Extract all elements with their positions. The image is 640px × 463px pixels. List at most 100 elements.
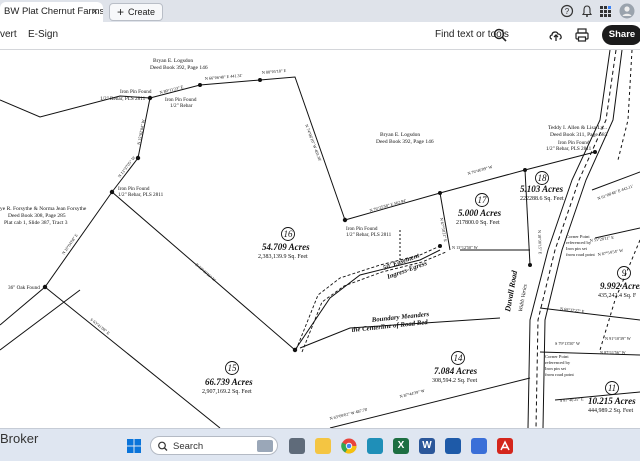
- tract-acres: 5.000 Acres: [458, 208, 502, 218]
- tract-number: 9: [622, 268, 627, 278]
- tract-sqft: 217800.0 Sq. Feet: [456, 220, 500, 226]
- upload-cloud-icon[interactable]: [548, 27, 564, 43]
- tab-close-icon[interactable]: ×: [92, 2, 98, 22]
- bearing-label: N 67°58'21" E: [439, 217, 448, 242]
- tract-sqft: 222288.6 Sq. Feet: [520, 196, 564, 202]
- corner-note: referenced by: [566, 240, 592, 245]
- tract-number: 14: [454, 353, 464, 363]
- bearing-label: N 66°06'48" E 441.31': [205, 73, 243, 81]
- plat-document-view: Bryan E. Logsdon Deed Book 392, Page 146…: [0, 50, 640, 428]
- owner-labels: Bryan E. Logsdon Deed Book 392, Page 146…: [0, 58, 608, 226]
- corner-note: from road point: [566, 252, 596, 257]
- share-button[interactable]: Share: [602, 25, 640, 45]
- corner-note: from road point: [545, 372, 575, 377]
- bearing-label: N 51°28'11" E: [589, 235, 614, 243]
- tab-document[interactable]: BW Plat Chernut Farms ... ×: [0, 2, 103, 22]
- tract-acres: 10.215 Acres: [588, 396, 636, 406]
- convert-menu[interactable]: vert: [0, 29, 17, 40]
- owner-text: Deed Book 392, Page 146: [150, 65, 208, 71]
- owner-text: Plat cab 1, Slide 387, Tract 3: [4, 220, 68, 226]
- corner-note: Iron pin set: [545, 366, 567, 371]
- corner-note: Corner Point: [566, 234, 590, 239]
- pin-labels: Iron Pin Found 1/2" Rebar, PLS 2811 Iron…: [8, 89, 592, 291]
- pin-label: 1/2" Rebar, PLS 2811: [118, 192, 164, 198]
- create-label: Create: [128, 7, 156, 17]
- word-icon[interactable]: W: [419, 438, 435, 454]
- esign-menu[interactable]: E-Sign: [28, 29, 58, 40]
- file-explorer-icon[interactable]: [315, 438, 331, 454]
- bearing-label: N 91°10'39" W: [605, 336, 631, 341]
- pin-markers: [42, 78, 597, 353]
- pin-label: 1/2" Rebar, PLS 2811: [546, 146, 592, 152]
- taskbar-left-text: Broker: [0, 431, 39, 446]
- bearing-label: N 87°11'56" W: [600, 350, 626, 355]
- avatar-icon[interactable]: [619, 3, 635, 19]
- owner-text: Bryan E. Logsdon: [380, 132, 420, 138]
- bearing-label: S 79°13'50" W: [555, 341, 580, 346]
- bearing-label: N 13°37'05" W: [117, 155, 136, 179]
- bearing-label: S 63°41'08" E: [89, 317, 111, 336]
- svg-text:?: ?: [565, 7, 570, 16]
- tract-areas: 54.709 Acres 2,383,139.9 Sq. Feet 66.739…: [202, 184, 640, 414]
- bearing-label: S 87°46'25" E: [560, 396, 584, 403]
- owner-text: Teddy I. Allen & Lisa Ly...: [548, 125, 608, 131]
- tract-acres: 54.709 Acres: [262, 242, 310, 252]
- search-icon[interactable]: [492, 27, 508, 43]
- owner-text: Deed Book 311, Page 683: [550, 132, 608, 138]
- tract-acres: 9.992 Acres: [600, 281, 640, 291]
- bearing-label: N 18°30'15" E: [537, 230, 543, 255]
- bell-icon[interactable]: [580, 4, 594, 18]
- bearing-label: N 68°37'27" E: [560, 306, 585, 314]
- pin-label: 1/2" Rebar, PLS 2811: [346, 232, 392, 238]
- bearing-label: N 76°46'09" W: [467, 164, 493, 176]
- taskbar-search-box[interactable]: Search: [150, 436, 278, 455]
- tract-sqft: 435,242.4 Sq. F: [598, 293, 637, 299]
- pin-label: Iron Pin Found: [120, 89, 152, 95]
- tract-number: 16: [284, 229, 294, 239]
- task-view-icon[interactable]: [289, 438, 305, 454]
- tab-title: BW Plat Chernut Farms ...: [4, 6, 103, 17]
- chrome-icon[interactable]: [341, 438, 357, 454]
- feature-labels: 50' Easement Ingress-Egress Boundary Mea…: [351, 234, 595, 377]
- app-icon[interactable]: [367, 438, 383, 454]
- owner-text: Deed Book 308, Page 285: [8, 213, 66, 219]
- tract-number: 17: [478, 195, 488, 205]
- tract-acres: 7.084 Acres: [434, 366, 478, 376]
- bearing-label: N 87°44'39" W: [399, 388, 425, 399]
- calculator-icon[interactable]: [445, 438, 461, 454]
- create-button[interactable]: + Create: [109, 3, 164, 21]
- windows-start-icon[interactable]: [126, 438, 142, 454]
- road-width-label: Width Varies: [518, 284, 529, 313]
- acrobat-icon[interactable]: [497, 438, 513, 454]
- tract-acres: 5.103 Acres: [520, 184, 564, 194]
- corner-note: Iron pin set: [566, 246, 588, 251]
- owner-text: ye R. Forsythe & Norma Jean Forsythe: [0, 206, 87, 212]
- pin-label: 1/2" Rebar: [170, 103, 193, 109]
- browser-tab-bar: BW Plat Chernut Farms ... × +Create ?: [0, 0, 640, 22]
- document-toolbar: vert E-Sign Find text or tools Share: [0, 22, 640, 50]
- bearing-label: N 53°46'15" W: [194, 262, 217, 283]
- tract-sqft: 308,594.2 Sq. Feet: [432, 378, 478, 384]
- apps-grid-icon[interactable]: [598, 4, 612, 18]
- app-icon-2[interactable]: [471, 438, 487, 454]
- search-placeholder: Search: [173, 441, 204, 452]
- tract-sqft: 444,989.2 Sq. Feet: [588, 408, 634, 414]
- excel-icon[interactable]: X: [393, 438, 409, 454]
- search-highlight-icon: [257, 440, 273, 452]
- bearing-label: N 88°05'18" E: [262, 68, 287, 75]
- bearing-label: N 76°25'58" E 562.94': [369, 198, 407, 213]
- bearing-label: N 80°11'23" E: [159, 84, 184, 95]
- pin-label: 1/2" Rebar, PLS 2811: [100, 96, 146, 102]
- owner-text: Bryan E. Logsdon: [153, 58, 193, 64]
- tract-number: 15: [228, 363, 238, 373]
- tract-acres: 66.739 Acres: [205, 377, 253, 387]
- corner-note: Corner Point: [545, 354, 569, 359]
- print-icon[interactable]: [574, 27, 590, 43]
- road-name-label: Duvall Road: [503, 269, 519, 313]
- owner-text: Deed Book 392, Page 146: [376, 139, 434, 145]
- tract-number: 11: [608, 383, 616, 393]
- help-icon[interactable]: ?: [560, 4, 574, 18]
- pin-label: 36" Oak Found: [8, 285, 40, 291]
- plus-icon: +: [117, 5, 125, 19]
- search-icon: [157, 437, 168, 463]
